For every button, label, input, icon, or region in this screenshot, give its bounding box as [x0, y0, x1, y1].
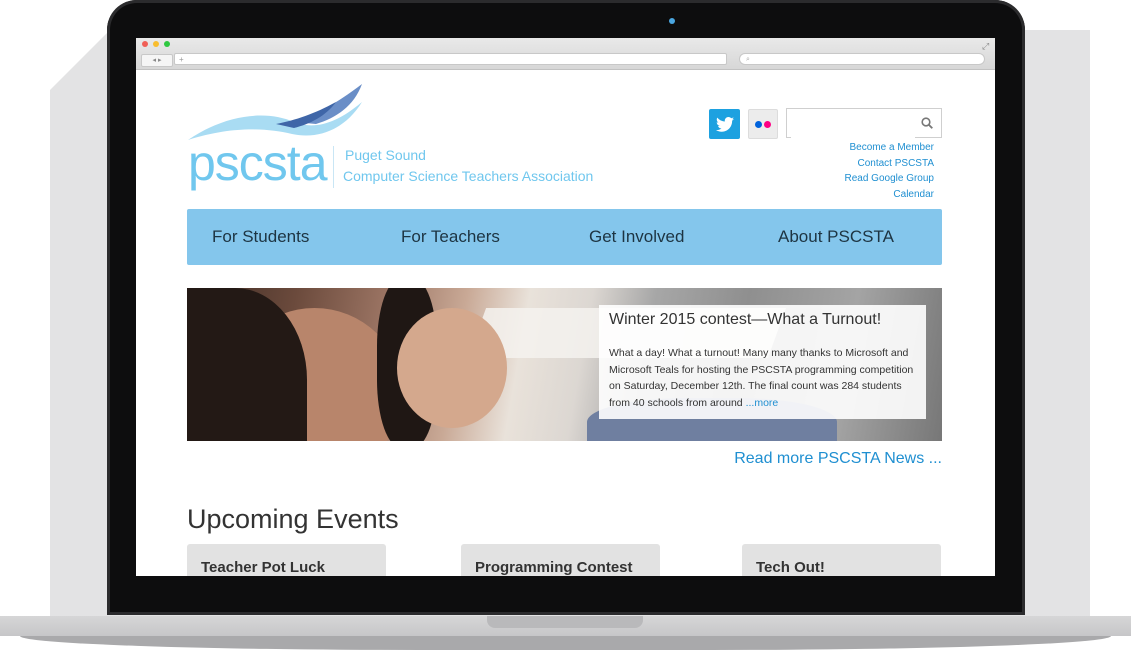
screen: ◂ ▸ + ⌕ ⤢ pscsta Puget Sound Computer Sc… [136, 38, 995, 576]
main-navigation: For Students For Teachers Get Involved A… [187, 209, 942, 265]
laptop-base-edge [20, 636, 1111, 650]
twitter-bird-icon [715, 116, 734, 132]
contact-link[interactable]: Contact PSCSTA [844, 156, 934, 172]
logo-divider [333, 146, 334, 188]
hero-title[interactable]: Winter 2015 contest—What a Turnout! [609, 311, 881, 329]
flickr-button[interactable] [748, 109, 778, 139]
nav-for-teachers[interactable]: For Teachers [401, 227, 500, 247]
nav-about-pscsta[interactable]: About PSCSTA [778, 227, 894, 247]
logo-wordmark[interactable]: pscsta [188, 138, 328, 188]
tagline-line2: Computer Science Teachers Association [343, 168, 594, 184]
close-window-icon[interactable] [142, 41, 148, 47]
tagline-line1: Puget Sound [345, 147, 426, 163]
flickr-pink-dot-icon [764, 120, 771, 128]
event-card-tech-out[interactable]: Tech Out! [742, 544, 941, 576]
quick-links: Become a Member Contact PSCSTA Read Goog… [844, 140, 934, 203]
twitter-button[interactable] [709, 109, 740, 139]
event-title: Programming Contest [475, 559, 633, 576]
hero-banner[interactable]: Winter 2015 contest—What a Turnout! What… [187, 288, 942, 441]
flickr-blue-dot-icon [755, 120, 762, 128]
minimize-window-icon[interactable] [153, 41, 159, 47]
camera-icon [669, 18, 675, 24]
search-icon[interactable] [921, 117, 933, 129]
hero-caption-card: Winter 2015 contest—What a Turnout! What… [599, 305, 926, 419]
events-heading: Upcoming Events [187, 504, 399, 535]
calendar-link[interactable]: Calendar [844, 187, 934, 203]
event-title: Tech Out! [756, 559, 825, 576]
google-group-link[interactable]: Read Google Group [844, 171, 934, 187]
event-title: Teacher Pot Luck [201, 559, 325, 576]
hero-photo-person2 [397, 308, 507, 428]
maximize-window-icon[interactable] [164, 41, 170, 47]
site-search [786, 108, 942, 138]
browser-toolbar: ◂ ▸ + ⌕ ⤢ [136, 38, 995, 70]
hero-body: What a day! What a turnout! Many many th… [609, 345, 919, 411]
url-bar[interactable]: + [174, 53, 727, 65]
search-input[interactable] [791, 110, 915, 138]
laptop-notch [487, 616, 643, 628]
event-card-teacher-pot-luck[interactable]: Teacher Pot Luck [187, 544, 386, 576]
read-more-news-link[interactable]: Read more PSCSTA News ... [734, 450, 942, 468]
event-card-programming-contest[interactable]: Programming Contest [461, 544, 660, 576]
fullscreen-icon[interactable]: ⤢ [982, 41, 989, 52]
hero-more-link[interactable]: ...more [746, 397, 779, 409]
back-forward-buttons[interactable]: ◂ ▸ [141, 54, 173, 67]
become-member-link[interactable]: Become a Member [844, 140, 934, 156]
nav-get-involved[interactable]: Get Involved [589, 227, 684, 247]
nav-for-students[interactable]: For Students [212, 227, 309, 247]
web-page: pscsta Puget Sound Computer Science Teac… [136, 70, 995, 576]
browser-search-field[interactable]: ⌕ [739, 53, 985, 65]
